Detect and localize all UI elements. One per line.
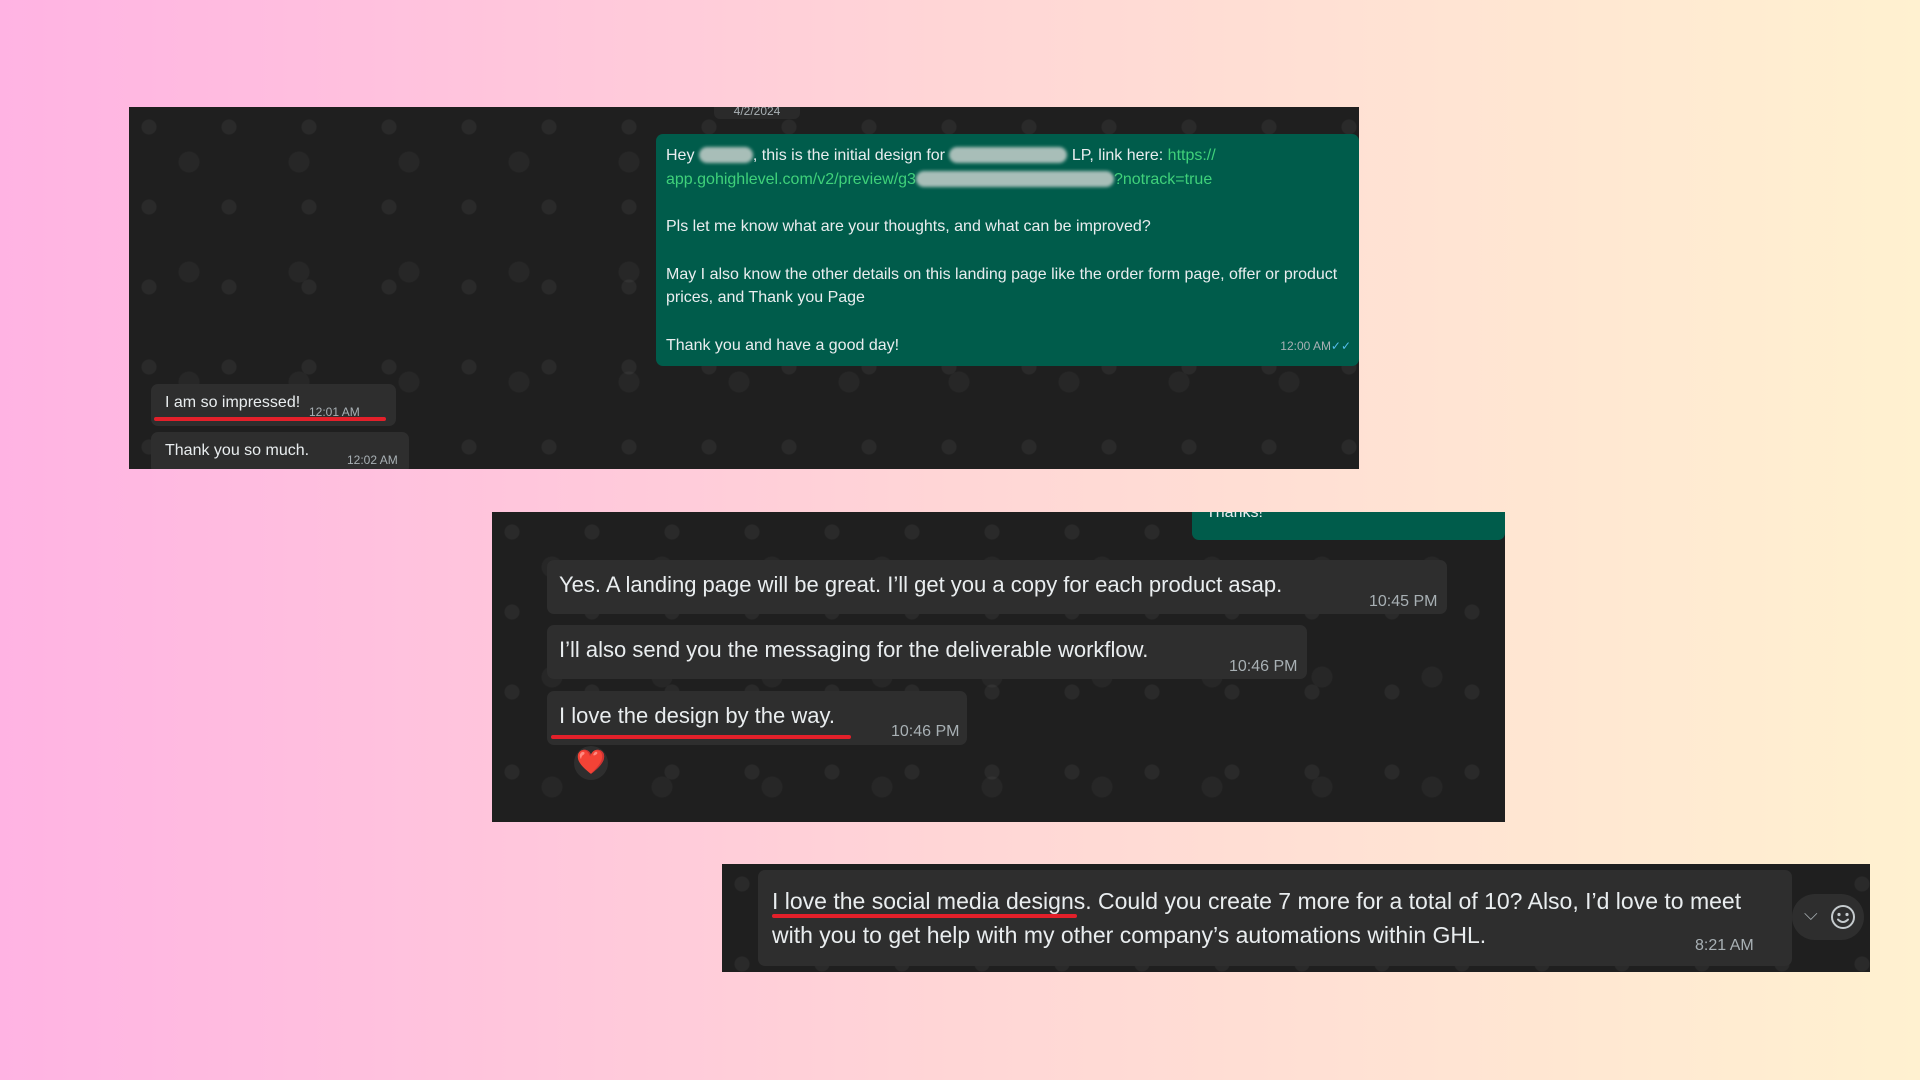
message-text: Thank you so much. [165,442,310,459]
link-text[interactable]: https:// [1168,147,1216,164]
read-ticks-icon: ✓✓ [1330,338,1351,353]
message-text: , this is the initial design for [752,147,950,164]
heart-reaction-icon[interactable]: ❤️ [574,746,608,780]
message-text: I love the social media designs. Could y… [772,888,1742,948]
chevron-down-icon[interactable]: ⌵ [1804,904,1818,925]
message-paragraph: Hey , this is the initial design for LP,… [666,144,1349,191]
link-text[interactable]: ?notrack=true [1114,171,1212,188]
message-time: 8:21 AM [1695,937,1754,954]
message-text: I’ll also send you the messaging for the… [559,637,1149,662]
redacted-link [915,170,1114,187]
outgoing-message[interactable]: Hey , this is the initial design for LP,… [656,134,1359,366]
message-actions: ⌵ [1792,894,1864,940]
incoming-message[interactable]: I’ll also send you the messaging for the… [547,625,1307,679]
message-text: I love the design by the way. [559,703,835,728]
incoming-message[interactable]: Yes. A landing page will be great. I’ll … [547,560,1447,614]
chat-panel-3: I love the social media designs. Could y… [722,864,1870,972]
message-text: LP, link here: [1067,147,1168,164]
message-time: 10:46 PM [891,723,960,740]
message-text: Yes. A landing page will be great. I’ll … [559,572,1283,597]
highlight-underline [154,417,386,421]
incoming-message[interactable]: I love the social media designs. Could y… [758,870,1792,966]
redacted-name [698,147,753,163]
message-text: Hey [666,147,699,164]
emoji-icon[interactable] [1830,904,1856,930]
message-text: Thanks! [1206,512,1263,521]
message-paragraph: Pls let me know what are your thoughts, … [666,218,1151,235]
chat-panel-1: 4/2/2024 Hey , this is the initial desig… [129,107,1359,469]
link-text[interactable]: app.gohighlevel.com/v2/preview/g3 [666,171,916,188]
message-time: 12:00 AM [1280,338,1331,353]
message-time: 12:02 AM [347,453,398,467]
message-time: 10:45 PM [1369,593,1438,610]
chat-panel-2: Thanks! Yes. A landing page will be grea… [492,512,1505,822]
highlight-underline [551,735,851,739]
highlight-underline [772,914,1077,918]
message-time: 10:46 PM [1229,658,1298,675]
message-paragraph: Thank you and have a good day! [666,336,900,354]
message-paragraph: May I also know the other details on thi… [666,265,1338,307]
outgoing-message-partial[interactable]: Thanks! [1192,512,1505,540]
message-text: I am so impressed! [165,394,301,411]
date-chip: 4/2/2024 [714,107,800,119]
redacted-company [949,147,1068,163]
